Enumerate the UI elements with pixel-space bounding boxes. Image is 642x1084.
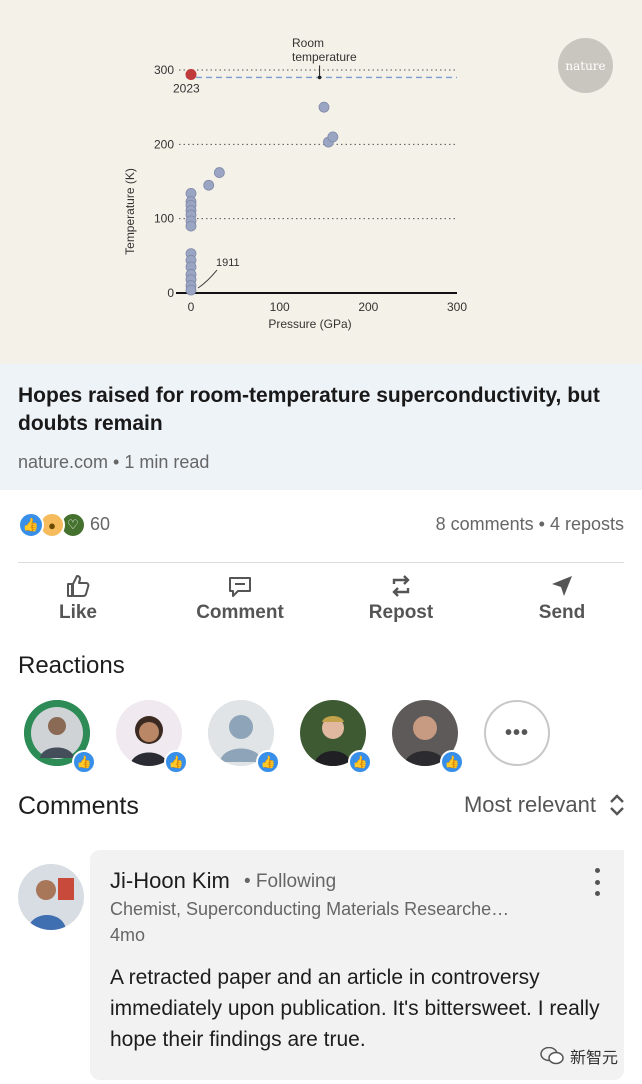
- sort-chevrons-icon: [608, 792, 626, 818]
- like-badge-icon: 👍: [72, 750, 96, 774]
- annotation-arrow: [197, 269, 218, 289]
- reactions-heading: Reactions: [18, 652, 125, 679]
- data-point: [327, 131, 339, 143]
- y-tick-label: 300: [154, 63, 174, 77]
- wechat-icon: [540, 1047, 564, 1065]
- like-badge-icon: 👍: [348, 750, 372, 774]
- data-point: [318, 101, 330, 113]
- more-reactions-button[interactable]: •••: [484, 700, 550, 766]
- repost-icon: [341, 568, 461, 602]
- data-point: [185, 220, 197, 232]
- x-tick-label: 300: [447, 300, 467, 314]
- comment-timestamp: 4mo: [110, 925, 146, 945]
- send-label: Send: [538, 602, 586, 623]
- like-label: Like: [58, 602, 98, 623]
- sort-label: Most relevant: [463, 792, 596, 817]
- watermark-text: 新智元: [570, 1050, 619, 1067]
- reaction-count[interactable]: 60: [90, 514, 110, 535]
- article-link-card[interactable]: Hopes raised for room-temperature superc…: [0, 364, 642, 490]
- like-badge-icon: 👍: [164, 750, 188, 774]
- data-point: [185, 284, 197, 296]
- data-point: [213, 167, 225, 178]
- like-badge-icon: 👍: [440, 750, 464, 774]
- action-bar: Like Comment Repost Send: [0, 568, 642, 632]
- article-source: nature.com • 1 min read: [18, 452, 210, 472]
- watermark: 新智元: [540, 1044, 618, 1068]
- comment-icon: [180, 568, 300, 602]
- comment-text: A retracted paper and an article in cont…: [110, 966, 600, 1051]
- nature-logo: nature: [558, 38, 613, 93]
- superconductivity-chart: Room temperature 0 100 200 300 0 100 200 300 Press…: [123, 36, 467, 331]
- annotation-label: 1911: [216, 257, 240, 269]
- divider: [18, 562, 624, 563]
- x-tick-label: 100: [270, 300, 290, 314]
- send-button[interactable]: Send: [502, 568, 622, 632]
- commenter-avatar[interactable]: [18, 864, 84, 930]
- send-icon: [502, 568, 622, 602]
- comment-button[interactable]: Comment: [180, 568, 300, 632]
- article-title[interactable]: Hopes raised for room-temperature superc…: [18, 382, 628, 438]
- comment-label: Comment: [196, 602, 284, 623]
- commenter-headline: Chemist, Superconducting Materials Resea…: [110, 899, 510, 919]
- repost-button[interactable]: Repost: [341, 568, 461, 632]
- comment-more-options-icon[interactable]: [592, 868, 602, 896]
- data-point: [203, 179, 215, 191]
- repost-label: Repost: [368, 602, 434, 623]
- y-tick-label: 100: [154, 212, 174, 226]
- y-tick-label: 200: [154, 137, 174, 151]
- following-status: • Following: [244, 871, 337, 892]
- x-axis-label: Pressure (GPa): [268, 317, 351, 331]
- thumbs-up-icon: [18, 568, 138, 602]
- room-temperature-label: Room temperature: [292, 36, 357, 64]
- y-axis-label: Temperature (K): [123, 168, 137, 255]
- y-tick-label: 0: [167, 286, 174, 300]
- article-preview-image[interactable]: Room temperature 0 100 200 300 0 100 200 300 Press…: [0, 0, 642, 364]
- like-button[interactable]: Like: [18, 568, 138, 632]
- reactor-avatars: 👍 👍 👍 👍 👍 •••: [0, 698, 642, 778]
- commenter-name[interactable]: Ji-Hoon Kim: [110, 868, 230, 894]
- x-tick-label: 200: [358, 300, 378, 314]
- highlight-point: [185, 68, 197, 80]
- sort-dropdown[interactable]: Most relevant: [464, 792, 626, 818]
- reaction-icons[interactable]: 👍 ● ♡: [18, 512, 88, 538]
- social-counts-bar: 👍 ● ♡ 60 8 comments • 4 reposts: [0, 506, 642, 546]
- like-icon: 👍: [18, 512, 44, 538]
- comment-repost-stats[interactable]: 8 comments • 4 reposts: [436, 514, 624, 535]
- like-badge-icon: 👍: [256, 750, 280, 774]
- annotation-label: 2023: [173, 81, 200, 95]
- x-tick-label: 0: [188, 300, 195, 314]
- comments-heading: Comments: [18, 792, 139, 820]
